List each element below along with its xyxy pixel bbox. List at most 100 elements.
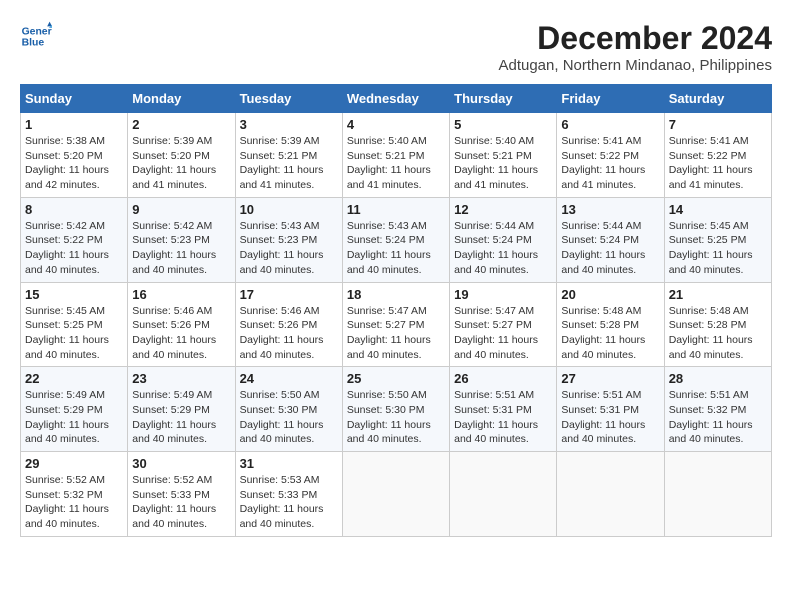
day-info: Sunrise: 5:47 AM Sunset: 5:27 PM Dayligh… (454, 304, 552, 363)
day-number: 31 (240, 456, 338, 471)
day-number: 24 (240, 371, 338, 386)
day-number: 27 (561, 371, 659, 386)
calendar-cell: 9 Sunrise: 5:42 AM Sunset: 5:23 PM Dayli… (128, 197, 235, 282)
day-number: 21 (669, 287, 767, 302)
calendar-week-1: 1 Sunrise: 5:38 AM Sunset: 5:20 PM Dayli… (21, 113, 772, 198)
calendar-cell: 29 Sunrise: 5:52 AM Sunset: 5:32 PM Dayl… (21, 452, 128, 537)
calendar-cell: 6 Sunrise: 5:41 AM Sunset: 5:22 PM Dayli… (557, 113, 664, 198)
calendar-cell: 10 Sunrise: 5:43 AM Sunset: 5:23 PM Dayl… (235, 197, 342, 282)
month-title: December 2024 (498, 20, 772, 57)
calendar-cell: 1 Sunrise: 5:38 AM Sunset: 5:20 PM Dayli… (21, 113, 128, 198)
day-info: Sunrise: 5:45 AM Sunset: 5:25 PM Dayligh… (669, 219, 767, 278)
day-info: Sunrise: 5:43 AM Sunset: 5:23 PM Dayligh… (240, 219, 338, 278)
calendar-cell: 2 Sunrise: 5:39 AM Sunset: 5:20 PM Dayli… (128, 113, 235, 198)
day-number: 4 (347, 117, 445, 132)
calendar-cell: 15 Sunrise: 5:45 AM Sunset: 5:25 PM Dayl… (21, 282, 128, 367)
calendar-cell: 23 Sunrise: 5:49 AM Sunset: 5:29 PM Dayl… (128, 367, 235, 452)
location-title: Adtugan, Northern Mindanao, Philippines (498, 57, 772, 74)
day-info: Sunrise: 5:39 AM Sunset: 5:21 PM Dayligh… (240, 134, 338, 193)
calendar-cell: 4 Sunrise: 5:40 AM Sunset: 5:21 PM Dayli… (342, 113, 449, 198)
day-info: Sunrise: 5:45 AM Sunset: 5:25 PM Dayligh… (25, 304, 123, 363)
calendar-week-3: 15 Sunrise: 5:45 AM Sunset: 5:25 PM Dayl… (21, 282, 772, 367)
calendar-cell: 22 Sunrise: 5:49 AM Sunset: 5:29 PM Dayl… (21, 367, 128, 452)
logo: General Blue (20, 20, 52, 52)
calendar-cell: 11 Sunrise: 5:43 AM Sunset: 5:24 PM Dayl… (342, 197, 449, 282)
weekday-header-friday: Friday (557, 85, 664, 113)
calendar-cell: 24 Sunrise: 5:50 AM Sunset: 5:30 PM Dayl… (235, 367, 342, 452)
day-number: 11 (347, 202, 445, 217)
calendar-cell (664, 452, 771, 537)
calendar-cell: 3 Sunrise: 5:39 AM Sunset: 5:21 PM Dayli… (235, 113, 342, 198)
calendar-cell: 13 Sunrise: 5:44 AM Sunset: 5:24 PM Dayl… (557, 197, 664, 282)
day-info: Sunrise: 5:41 AM Sunset: 5:22 PM Dayligh… (669, 134, 767, 193)
calendar-cell: 19 Sunrise: 5:47 AM Sunset: 5:27 PM Dayl… (450, 282, 557, 367)
calendar-cell: 8 Sunrise: 5:42 AM Sunset: 5:22 PM Dayli… (21, 197, 128, 282)
day-info: Sunrise: 5:52 AM Sunset: 5:33 PM Dayligh… (132, 473, 230, 532)
day-number: 20 (561, 287, 659, 302)
day-number: 9 (132, 202, 230, 217)
day-info: Sunrise: 5:42 AM Sunset: 5:22 PM Dayligh… (25, 219, 123, 278)
day-number: 15 (25, 287, 123, 302)
weekday-header-tuesday: Tuesday (235, 85, 342, 113)
weekday-header-saturday: Saturday (664, 85, 771, 113)
calendar-cell (557, 452, 664, 537)
day-number: 10 (240, 202, 338, 217)
day-number: 5 (454, 117, 552, 132)
day-info: Sunrise: 5:49 AM Sunset: 5:29 PM Dayligh… (25, 388, 123, 447)
svg-text:General: General (22, 26, 52, 37)
day-number: 26 (454, 371, 552, 386)
logo-icon: General Blue (20, 20, 52, 52)
day-info: Sunrise: 5:44 AM Sunset: 5:24 PM Dayligh… (454, 219, 552, 278)
calendar-cell: 17 Sunrise: 5:46 AM Sunset: 5:26 PM Dayl… (235, 282, 342, 367)
calendar-cell: 12 Sunrise: 5:44 AM Sunset: 5:24 PM Dayl… (450, 197, 557, 282)
weekday-header-thursday: Thursday (450, 85, 557, 113)
day-info: Sunrise: 5:40 AM Sunset: 5:21 PM Dayligh… (347, 134, 445, 193)
day-number: 22 (25, 371, 123, 386)
calendar-week-2: 8 Sunrise: 5:42 AM Sunset: 5:22 PM Dayli… (21, 197, 772, 282)
calendar-cell (450, 452, 557, 537)
day-info: Sunrise: 5:48 AM Sunset: 5:28 PM Dayligh… (669, 304, 767, 363)
day-number: 3 (240, 117, 338, 132)
day-info: Sunrise: 5:48 AM Sunset: 5:28 PM Dayligh… (561, 304, 659, 363)
calendar-cell: 16 Sunrise: 5:46 AM Sunset: 5:26 PM Dayl… (128, 282, 235, 367)
weekday-header-wednesday: Wednesday (342, 85, 449, 113)
day-number: 6 (561, 117, 659, 132)
day-info: Sunrise: 5:51 AM Sunset: 5:32 PM Dayligh… (669, 388, 767, 447)
day-info: Sunrise: 5:46 AM Sunset: 5:26 PM Dayligh… (240, 304, 338, 363)
day-number: 16 (132, 287, 230, 302)
day-number: 2 (132, 117, 230, 132)
day-number: 29 (25, 456, 123, 471)
calendar-cell: 14 Sunrise: 5:45 AM Sunset: 5:25 PM Dayl… (664, 197, 771, 282)
day-number: 28 (669, 371, 767, 386)
day-info: Sunrise: 5:50 AM Sunset: 5:30 PM Dayligh… (240, 388, 338, 447)
day-info: Sunrise: 5:50 AM Sunset: 5:30 PM Dayligh… (347, 388, 445, 447)
day-number: 17 (240, 287, 338, 302)
day-info: Sunrise: 5:44 AM Sunset: 5:24 PM Dayligh… (561, 219, 659, 278)
day-number: 25 (347, 371, 445, 386)
svg-text:Blue: Blue (22, 38, 45, 49)
day-info: Sunrise: 5:51 AM Sunset: 5:31 PM Dayligh… (561, 388, 659, 447)
calendar-cell: 20 Sunrise: 5:48 AM Sunset: 5:28 PM Dayl… (557, 282, 664, 367)
day-info: Sunrise: 5:38 AM Sunset: 5:20 PM Dayligh… (25, 134, 123, 193)
header: General Blue December 2024 Adtugan, Nort… (20, 20, 772, 74)
calendar-cell: 7 Sunrise: 5:41 AM Sunset: 5:22 PM Dayli… (664, 113, 771, 198)
weekday-header-sunday: Sunday (21, 85, 128, 113)
day-number: 18 (347, 287, 445, 302)
day-number: 12 (454, 202, 552, 217)
weekday-header-monday: Monday (128, 85, 235, 113)
day-info: Sunrise: 5:40 AM Sunset: 5:21 PM Dayligh… (454, 134, 552, 193)
day-info: Sunrise: 5:43 AM Sunset: 5:24 PM Dayligh… (347, 219, 445, 278)
calendar-table: SundayMondayTuesdayWednesdayThursdayFrid… (20, 84, 772, 537)
day-info: Sunrise: 5:42 AM Sunset: 5:23 PM Dayligh… (132, 219, 230, 278)
day-number: 1 (25, 117, 123, 132)
title-area: December 2024 Adtugan, Northern Mindanao… (498, 20, 772, 74)
calendar-cell: 18 Sunrise: 5:47 AM Sunset: 5:27 PM Dayl… (342, 282, 449, 367)
day-info: Sunrise: 5:52 AM Sunset: 5:32 PM Dayligh… (25, 473, 123, 532)
day-number: 13 (561, 202, 659, 217)
calendar-cell: 21 Sunrise: 5:48 AM Sunset: 5:28 PM Dayl… (664, 282, 771, 367)
calendar-week-4: 22 Sunrise: 5:49 AM Sunset: 5:29 PM Dayl… (21, 367, 772, 452)
day-number: 19 (454, 287, 552, 302)
calendar-cell: 27 Sunrise: 5:51 AM Sunset: 5:31 PM Dayl… (557, 367, 664, 452)
calendar-cell: 26 Sunrise: 5:51 AM Sunset: 5:31 PM Dayl… (450, 367, 557, 452)
day-info: Sunrise: 5:49 AM Sunset: 5:29 PM Dayligh… (132, 388, 230, 447)
